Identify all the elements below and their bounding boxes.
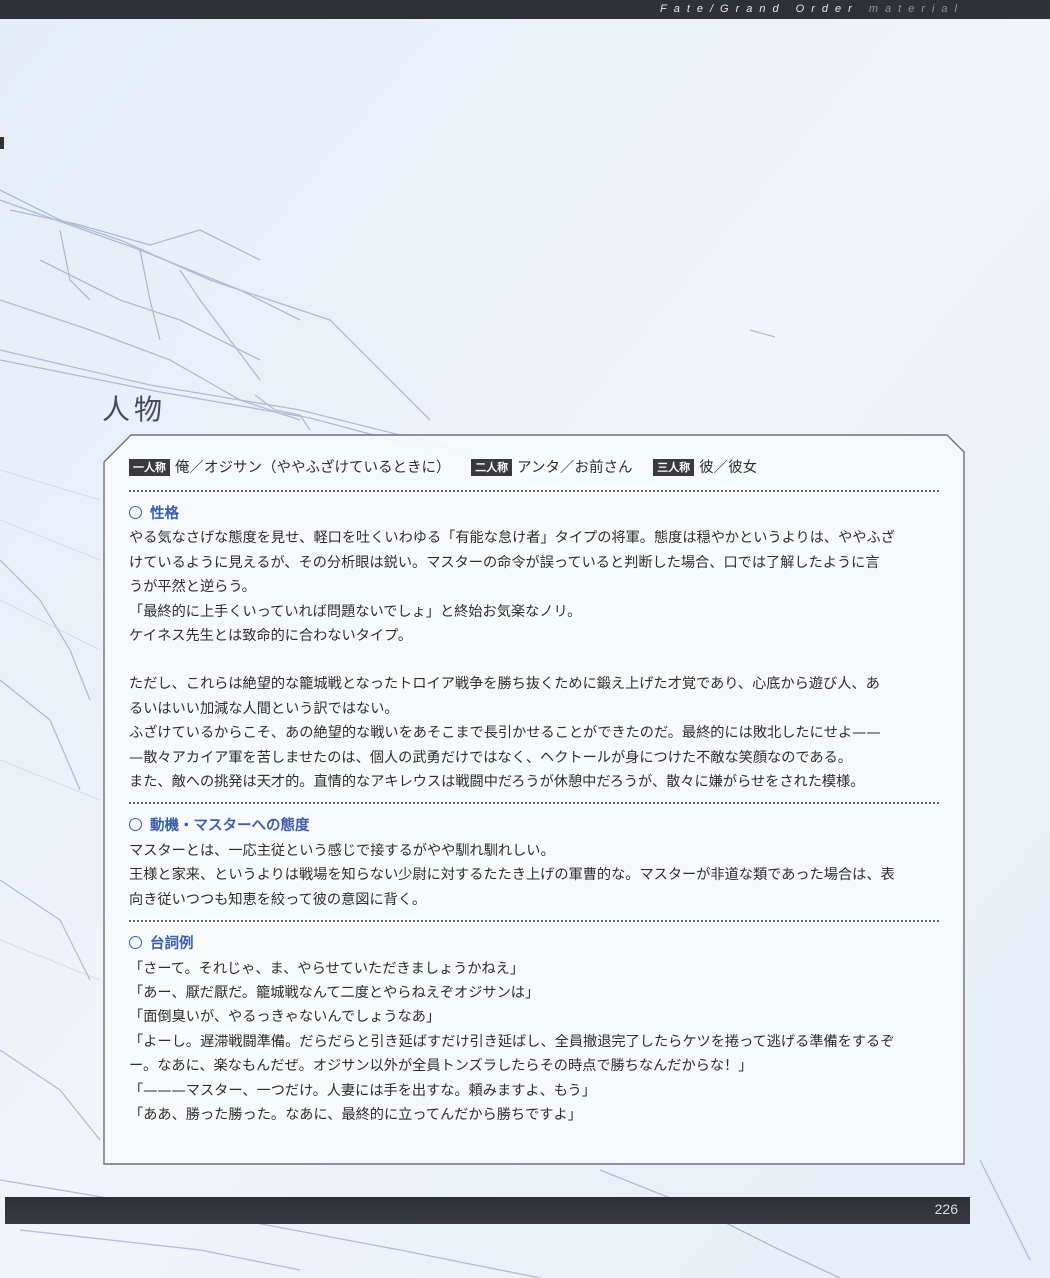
margin-mark: [0, 137, 4, 149]
first-person-tag: 一人称: [129, 459, 170, 476]
quote-line: ー。なあに、楽なもんだぜ。オジサン以外が全員トンズラしたらその時点で勝ちなんだか…: [129, 1058, 753, 1075]
header-bar: Fate/Grand Order material: [0, 0, 1050, 19]
text-line: けているように見えるが、その分析眼は鋭い。マスターの命令が誤っていると判断した場…: [129, 554, 880, 571]
personality-text: やる気なさげな態度を見せ、軽口を吐くいわゆる「有能な怠け者」タイプの将軍。態度は…: [129, 526, 939, 794]
section-title: 人物: [102, 393, 167, 426]
text-line: マスターとは、一応主従という感じで接するがやや馴れ馴れしい。: [129, 842, 555, 859]
divider: [129, 920, 939, 923]
text-line: ただし、これらは絶望的な籠城戦となったトロイア戦争を勝ち抜くために鍛え上げた才覚…: [129, 676, 880, 693]
panel-content: 一人称 俺／オジサン（ややふざけているときに） 二人称 アンタ／お前さん 三人称 彼／…: [129, 456, 939, 1127]
text-line: 向き従いつつも知恵を絞って彼の意図に背く。: [129, 891, 427, 908]
third-person-tag: 三人称: [653, 459, 695, 476]
series-title-dim: material: [868, 3, 964, 15]
circle-icon: [129, 936, 142, 950]
text-line: ケイネス先生とは致命的に合わないタイプ。: [129, 628, 413, 645]
text-line: また、敵への挑発は天才的。直情的なアキレウスは戦闘中だろうが休憩中だろうが、散々…: [129, 774, 865, 791]
page-number: 226: [934, 1201, 958, 1217]
series-title-bright: Fate/Grand Order: [659, 3, 859, 15]
text-line: やる気なさげな態度を見せ、軽口を吐くいわゆる「有能な怠け者」タイプの将軍。態度は…: [129, 530, 895, 547]
divider: [129, 802, 939, 805]
motivation-heading: 動機・マスターへの態度: [129, 814, 939, 838]
circle-icon: [129, 818, 142, 832]
second-person-tag: 二人称: [471, 459, 513, 476]
series-title: Fate/Grand Order material: [660, 3, 964, 15]
quote-line: 「面倒臭いが、やるっきゃないんでしょうなあ」: [129, 1009, 441, 1026]
second-person-value: アンタ／お前さん: [517, 460, 633, 476]
motivation-text: マスターとは、一応主従という感じで接するがやや馴れ馴れしい。 王様と家来、という…: [129, 839, 939, 912]
quote-line: 「あー、厭だ厭だ。籠城戦なんて二度とやらねえぞオジサンは」: [129, 984, 540, 1001]
quotes-text: 「さーて。それじゃ、ま、やらせていただきましょうかねえ」 「あー、厭だ厭だ。籠城…: [129, 957, 939, 1128]
motivation-heading-label: 動機・マスターへの態度: [150, 818, 310, 835]
quote-line: 「ああ、勝った勝った。なあに、最終的に立ってんだから勝ちですよ」: [129, 1106, 582, 1123]
quote-line: 「———マスター、一つだけ。人妻には手を出すな。頼みますよ、もう」: [129, 1082, 596, 1099]
text-line: 王様と家来、というよりは戦場を知らない少尉に対するたたき上げの軍曹的な。マスター…: [129, 867, 895, 884]
text-line: 「最終的に上手くいっていれば問題ないでしょ」と終始お気楽なノリ。: [129, 603, 582, 620]
quote-line: 「よーし。遅滞戦闘準備。だらだらと引き延ばすだけ引き延ばし、全員撤退完了したらケ…: [129, 1033, 895, 1050]
footer-bar: 226: [5, 1197, 970, 1224]
text-line: うが平然と逆らう。: [129, 579, 256, 596]
text-line: るいはいい加減な人間という訳ではない。: [129, 700, 399, 717]
first-person-value: 俺／オジサン（ややふざけているときに）: [175, 460, 451, 476]
text-line: —散々アカイア軍を苦しませたのは、個人の武勇だけではなく、ヘクトールが身につけた…: [129, 749, 852, 766]
quotes-heading-label: 台詞例: [150, 936, 194, 953]
circle-icon: [129, 506, 142, 519]
profile-panel: 一人称 俺／オジサン（ややふざけているときに） 二人称 アンタ／お前さん 三人称 彼／…: [103, 434, 965, 1165]
quotes-heading: 台詞例: [129, 932, 939, 956]
personality-heading: 性格: [129, 502, 939, 526]
text-line: ふざけているからこそ、あの絶望的な戦いをあそこまで長引かせることができたのだ。最…: [129, 725, 881, 742]
third-person-value: 彼／彼女: [699, 460, 758, 476]
pronoun-row: 一人称 俺／オジサン（ややふざけているときに） 二人称 アンタ／お前さん 三人称 彼／…: [129, 456, 939, 482]
quote-line: 「さーて。それじゃ、ま、やらせていただきましょうかねえ」: [129, 960, 525, 977]
divider: [129, 490, 939, 492]
personality-heading-label: 性格: [150, 506, 179, 522]
